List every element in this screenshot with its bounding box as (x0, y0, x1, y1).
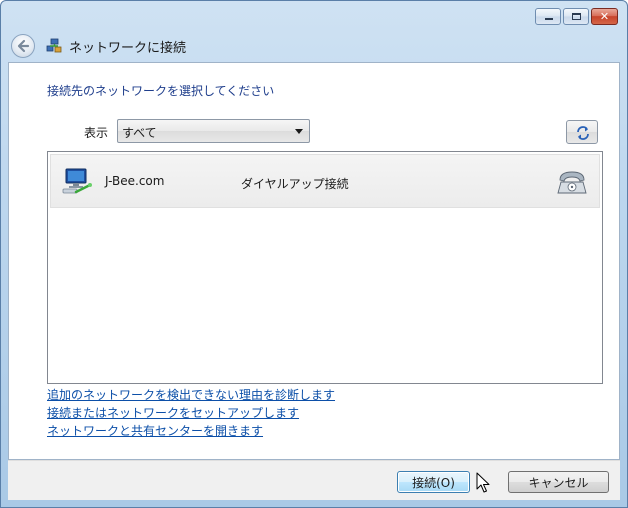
maximize-button[interactable] (563, 8, 589, 25)
minimize-icon (545, 18, 553, 20)
instruction-text: 接続先のネットワークを選択してください (47, 84, 275, 98)
network-list[interactable]: J-Bee.com ダイヤルアップ接続 (47, 151, 603, 384)
title-bar[interactable]: ✕ (1, 1, 627, 33)
window-title: ネットワークに接続 (69, 41, 187, 56)
network-computer-icon (62, 168, 92, 194)
network-icon (46, 38, 62, 53)
close-icon: ✕ (599, 10, 610, 23)
minimize-button[interactable] (535, 8, 561, 25)
back-button[interactable] (11, 34, 35, 58)
network-name: J-Bee.com (105, 174, 165, 188)
caption-buttons: ✕ (533, 8, 618, 25)
filter-selected-value: すべて (122, 126, 157, 140)
dialog-footer: 接続(O) キャンセル (8, 460, 620, 500)
mouse-cursor-icon (476, 472, 490, 493)
cancel-button[interactable]: キャンセル (508, 471, 609, 493)
network-list-item[interactable]: J-Bee.com ダイヤルアップ接続 (50, 154, 600, 208)
network-type: ダイヤルアップ接続 (241, 177, 349, 191)
show-label: 表示 (84, 126, 109, 140)
show-filter-dropdown[interactable]: すべて (117, 119, 310, 143)
content-panel: 接続先のネットワークを選択してください 表示 すべて J-Bee.com ダイヤ… (8, 62, 620, 460)
diagnose-link[interactable]: 追加のネットワークを検出できない理由を診断します (47, 386, 335, 403)
refresh-icon (577, 126, 589, 140)
dialog-header: ネットワークに接続 (8, 33, 620, 61)
connect-button[interactable]: 接続(O) (397, 471, 470, 493)
dropdown-arrow-icon (295, 129, 303, 134)
network-center-link[interactable]: ネットワークと共有センターを開きます (47, 422, 263, 439)
refresh-button[interactable] (566, 120, 598, 144)
back-arrow-icon (17, 39, 30, 53)
telephone-icon (557, 171, 587, 194)
close-button[interactable]: ✕ (591, 8, 618, 25)
maximize-icon (572, 13, 581, 20)
setup-connection-link[interactable]: 接続またはネットワークをセットアップします (47, 404, 299, 421)
dialog-window: ✕ ネットワークに接続 接続先のネットワークを選択してください 表示 すべて J… (0, 0, 628, 508)
